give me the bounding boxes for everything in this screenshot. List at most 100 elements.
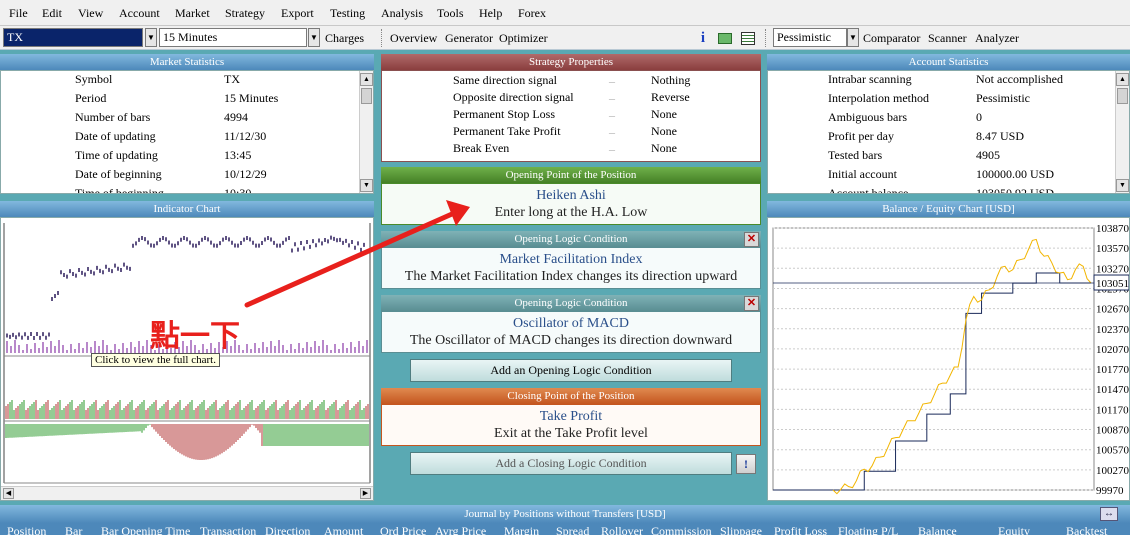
journal-column-header[interactable]: Amount xyxy=(324,524,363,535)
interpolation-dropdown-icon[interactable]: ▼ xyxy=(847,28,859,47)
indicator-horizontal-scrollbar[interactable]: ◀ ▶ xyxy=(1,486,373,500)
account-stat-label: Intrabar scanning xyxy=(828,72,912,86)
menu-strategy[interactable]: Strategy xyxy=(225,6,265,21)
journal-column-header[interactable]: Transaction xyxy=(200,524,256,535)
strategy-property-dash: _ xyxy=(609,104,615,118)
stat-label: Date of updating xyxy=(75,129,156,143)
scroll-right-icon[interactable]: ▶ xyxy=(360,488,371,499)
generator-button[interactable]: Generator xyxy=(445,31,493,46)
account-statistics-scrollbar[interactable]: ▲ ▼ xyxy=(1115,71,1129,193)
journal-column-header[interactable]: Profit Loss xyxy=(774,524,827,535)
journal-column-header[interactable]: Equity xyxy=(998,524,1030,535)
journal-column-header[interactable]: Spread xyxy=(556,524,589,535)
closing-point-desc: Exit at the Take Profit level xyxy=(494,426,648,441)
strategy-property-dash: _ xyxy=(609,70,615,84)
market-statistics-scrollbar[interactable]: ▲ ▼ xyxy=(359,71,373,193)
journal-column-header[interactable]: Bar xyxy=(65,524,82,535)
stat-label: Symbol xyxy=(75,72,113,86)
journal-column-header[interactable]: Position xyxy=(7,524,46,535)
overview-button[interactable]: Overview xyxy=(390,31,437,46)
stat-label: Date of beginning xyxy=(75,167,162,181)
menu-market[interactable]: Market xyxy=(175,6,210,21)
mfi-green-bars xyxy=(9,400,365,419)
menu-analysis[interactable]: Analysis xyxy=(381,6,423,21)
opening-logic-1-slot[interactable]: Market Facilitation Index The Market Fac… xyxy=(381,247,761,289)
indicator-chart-header: Indicator Chart xyxy=(0,201,374,217)
strategy-property-value: Reverse xyxy=(651,90,690,104)
interpolation-select[interactable]: Pessimistic xyxy=(773,28,847,47)
scroll-down-icon[interactable]: ▼ xyxy=(360,179,373,192)
opening-logic-2-slot[interactable]: Oscillator of MACD The Oscillator of MAC… xyxy=(381,311,761,353)
journal-column-header[interactable]: Direction xyxy=(265,524,310,535)
table-icon[interactable] xyxy=(741,32,755,45)
account-stat-value: 8.47 USD xyxy=(976,129,1025,143)
journal-column-header[interactable]: Slippage xyxy=(720,524,762,535)
spreadsheet-icon[interactable] xyxy=(718,33,732,44)
journal-column-header[interactable]: Avrg Price xyxy=(435,524,486,535)
account-statistics-panel: Intrabar scanning Not accomplished Interpo… xyxy=(767,70,1130,194)
help-icon[interactable]: ! xyxy=(736,454,756,474)
strategy-property-dash: _ xyxy=(609,87,615,101)
journal-column-header[interactable]: Bar Opening Time xyxy=(101,524,190,535)
menu-export[interactable]: Export xyxy=(281,6,314,21)
optimizer-button[interactable]: Optimizer xyxy=(499,31,548,46)
strategy-property-label: Permanent Stop Loss xyxy=(453,107,555,121)
journal-column-header[interactable]: Backtest xyxy=(1066,524,1107,535)
journal-column-header[interactable]: Balance xyxy=(918,524,957,535)
remove-condition-1-close-icon[interactable]: ✕ xyxy=(744,232,759,247)
menu-account[interactable]: Account xyxy=(119,6,160,21)
menu-view[interactable]: View xyxy=(78,6,103,21)
journal-column-header[interactable]: Commission xyxy=(651,524,712,535)
opening-logic-1-header: Opening Logic Condition xyxy=(381,231,761,247)
menu-help[interactable]: Help xyxy=(479,6,502,21)
market-statistics-panel: Symbol TX Period 15 Minutes Number of bars 49… xyxy=(0,70,374,194)
closing-point-slot[interactable]: Take Profit Exit at the Take Profit leve… xyxy=(381,404,761,446)
scroll-left-icon[interactable]: ◀ xyxy=(3,488,14,499)
comparator-button[interactable]: Comparator xyxy=(863,31,920,46)
menu-tools[interactable]: Tools xyxy=(437,6,464,21)
charges-button[interactable]: Charges xyxy=(325,31,364,46)
account-stat-value: 100000.00 USD xyxy=(976,167,1055,181)
account-stat-value: Not accomplished xyxy=(976,72,1063,86)
menu-file[interactable]: File xyxy=(9,6,28,21)
balance-equity-chart[interactable]: 1038701035701032701029701026701023701020… xyxy=(768,218,1129,500)
journal-column-header[interactable]: Ord Price xyxy=(380,524,426,535)
journal-header: Journal by Positions without Transfers [… xyxy=(0,505,1130,523)
period-dropdown-icon[interactable]: ▼ xyxy=(308,28,320,47)
menu-testing[interactable]: Testing xyxy=(330,6,365,21)
opening-logic-2-name: Oscillator of MACD xyxy=(513,316,629,331)
stat-value: 13:45 xyxy=(224,148,252,162)
scroll-thumb[interactable] xyxy=(361,88,372,104)
add-closing-logic-button[interactable]: Add a Closing Logic Condition xyxy=(410,452,732,475)
journal-column-header[interactable]: Floating P/L xyxy=(838,524,898,535)
y-tick-label: 100870 xyxy=(1096,425,1129,437)
journal-column-header[interactable]: Margin xyxy=(504,524,539,535)
period-select[interactable]: 15 Minutes xyxy=(159,28,307,47)
opening-point-name: Heiken Ashi xyxy=(536,188,606,203)
scroll-down-icon[interactable]: ▼ xyxy=(1116,179,1129,192)
scanner-button[interactable]: Scanner xyxy=(928,31,967,46)
add-opening-logic-button[interactable]: Add an Opening Logic Condition xyxy=(410,359,732,382)
toolbar: TX ▼ 15 Minutes ▼ Charges Overview Gener… xyxy=(0,26,1130,50)
balance-chart-panel[interactable]: 1038701035701032701029701026701023701020… xyxy=(767,217,1130,501)
expand-columns-icon[interactable]: ↔ xyxy=(1100,507,1118,521)
strategy-property-label: Permanent Take Profit xyxy=(453,124,561,138)
menu-edit[interactable]: Edit xyxy=(42,6,62,21)
indicator-chart-panel[interactable]: Click to view the full chart. ◀ ▶ xyxy=(0,217,374,501)
journal-column-header[interactable]: Rollover xyxy=(601,524,643,535)
strategy-properties-panel[interactable]: Same direction signal _ Nothing Opposite di… xyxy=(381,70,761,162)
symbol-select[interactable]: TX xyxy=(3,28,143,47)
opening-point-desc: Enter long at the H.A. Low xyxy=(494,205,648,220)
menu-forex[interactable]: Forex xyxy=(518,6,546,21)
scroll-up-icon[interactable]: ▲ xyxy=(1116,73,1129,86)
info-icon[interactable]: i xyxy=(697,29,709,47)
opening-point-slot[interactable]: Heiken Ashi Enter long at the H.A. Low xyxy=(381,183,761,225)
scroll-up-icon[interactable]: ▲ xyxy=(360,73,373,86)
symbol-dropdown-icon[interactable]: ▼ xyxy=(145,28,157,47)
y-tick-label: 103270 xyxy=(1096,263,1129,275)
account-stat-value: 103050.92 USD xyxy=(976,186,1055,194)
y-tick-label: 100570 xyxy=(1096,445,1129,457)
analyzer-button[interactable]: Analyzer xyxy=(975,31,1019,46)
remove-condition-2-close-icon[interactable]: ✕ xyxy=(744,296,759,311)
scroll-thumb[interactable] xyxy=(1117,88,1128,104)
